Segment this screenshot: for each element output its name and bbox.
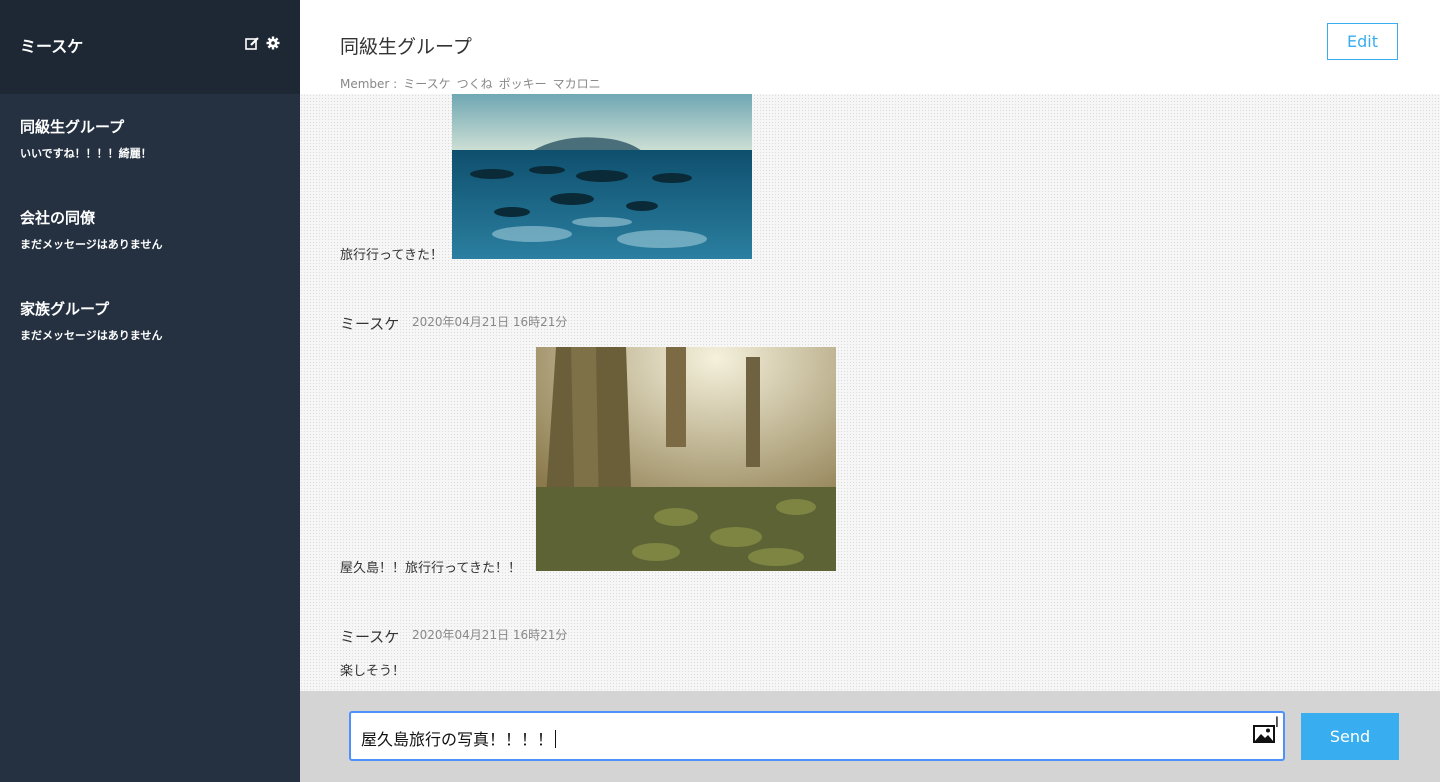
message-list[interactable]: 旅行行ってきた！ ミースケ 2020年04月21日 16時21分 屋久島！！旅行…: [300, 94, 1440, 691]
message-input[interactable]: 屋久島旅行の写真！！！！ I: [349, 711, 1285, 761]
group-item[interactable]: 家族グループ まだメッセージはありません: [20, 298, 162, 343]
user-header: ミースケ: [0, 0, 300, 94]
current-user-name: ミースケ: [20, 37, 84, 56]
group-last-message: まだメッセージはありません: [20, 329, 163, 342]
group-item[interactable]: 同級生グループ いいですね！！！！綺麗！: [20, 116, 152, 161]
gear-icon[interactable]: [266, 36, 280, 50]
group-item[interactable]: 会社の同僚 まだメッセージはありません: [20, 207, 162, 252]
member-name: つくね: [456, 77, 493, 91]
member-list: Member : ミースケ つくね ポッキー マカロニ: [340, 75, 607, 92]
member-name: ミースケ: [403, 77, 451, 91]
chat-title: 同級生グループ: [340, 36, 472, 58]
message-user: ミースケ: [340, 315, 400, 333]
group-last-message: いいですね！！！！綺麗！: [20, 147, 152, 160]
group-name: 同級生グループ: [20, 118, 125, 136]
message-input-value: 屋久島旅行の写真！！！！: [361, 730, 554, 749]
message-image-ocean[interactable]: [452, 94, 752, 259]
message-text: 旅行行ってきた！: [340, 248, 443, 263]
edit-button[interactable]: Edit: [1327, 23, 1398, 60]
members-label: Member :: [340, 77, 398, 91]
sidebar: ミースケ 同級生グループ いいですね！！！！綺麗！ 会社の同僚 まだメッセージは…: [0, 0, 300, 782]
user-actions: [245, 36, 280, 50]
group-name: 会社の同僚: [20, 209, 96, 227]
message-date: 2020年04月21日 16時21分: [412, 628, 568, 642]
chat-main: 同級生グループ Member : ミースケ つくね ポッキー マカロニ Edit 旅行行…: [300, 0, 1440, 782]
edit-icon[interactable]: [245, 36, 260, 50]
text-cursor-icon: I: [1274, 715, 1279, 731]
message-user: ミースケ: [340, 628, 400, 646]
chat-header: 同級生グループ Member : ミースケ つくね ポッキー マカロニ Edit: [300, 0, 1440, 94]
member-name: ポッキー: [498, 77, 547, 91]
text-caret: [555, 730, 557, 748]
group-last-message: まだメッセージはありません: [20, 238, 163, 251]
member-name: マカロニ: [552, 77, 601, 91]
message-text: 楽しそう！: [340, 664, 406, 679]
message-text: 屋久島！！旅行行ってきた！！: [340, 561, 521, 576]
message-date: 2020年04月21日 16時21分: [412, 315, 568, 329]
group-name: 家族グループ: [20, 300, 110, 318]
composer: 屋久島旅行の写真！！！！ I Send: [300, 691, 1440, 782]
image-upload-icon[interactable]: [1253, 725, 1275, 747]
message-image-forest[interactable]: [536, 347, 836, 571]
send-button[interactable]: Send: [1301, 713, 1399, 760]
